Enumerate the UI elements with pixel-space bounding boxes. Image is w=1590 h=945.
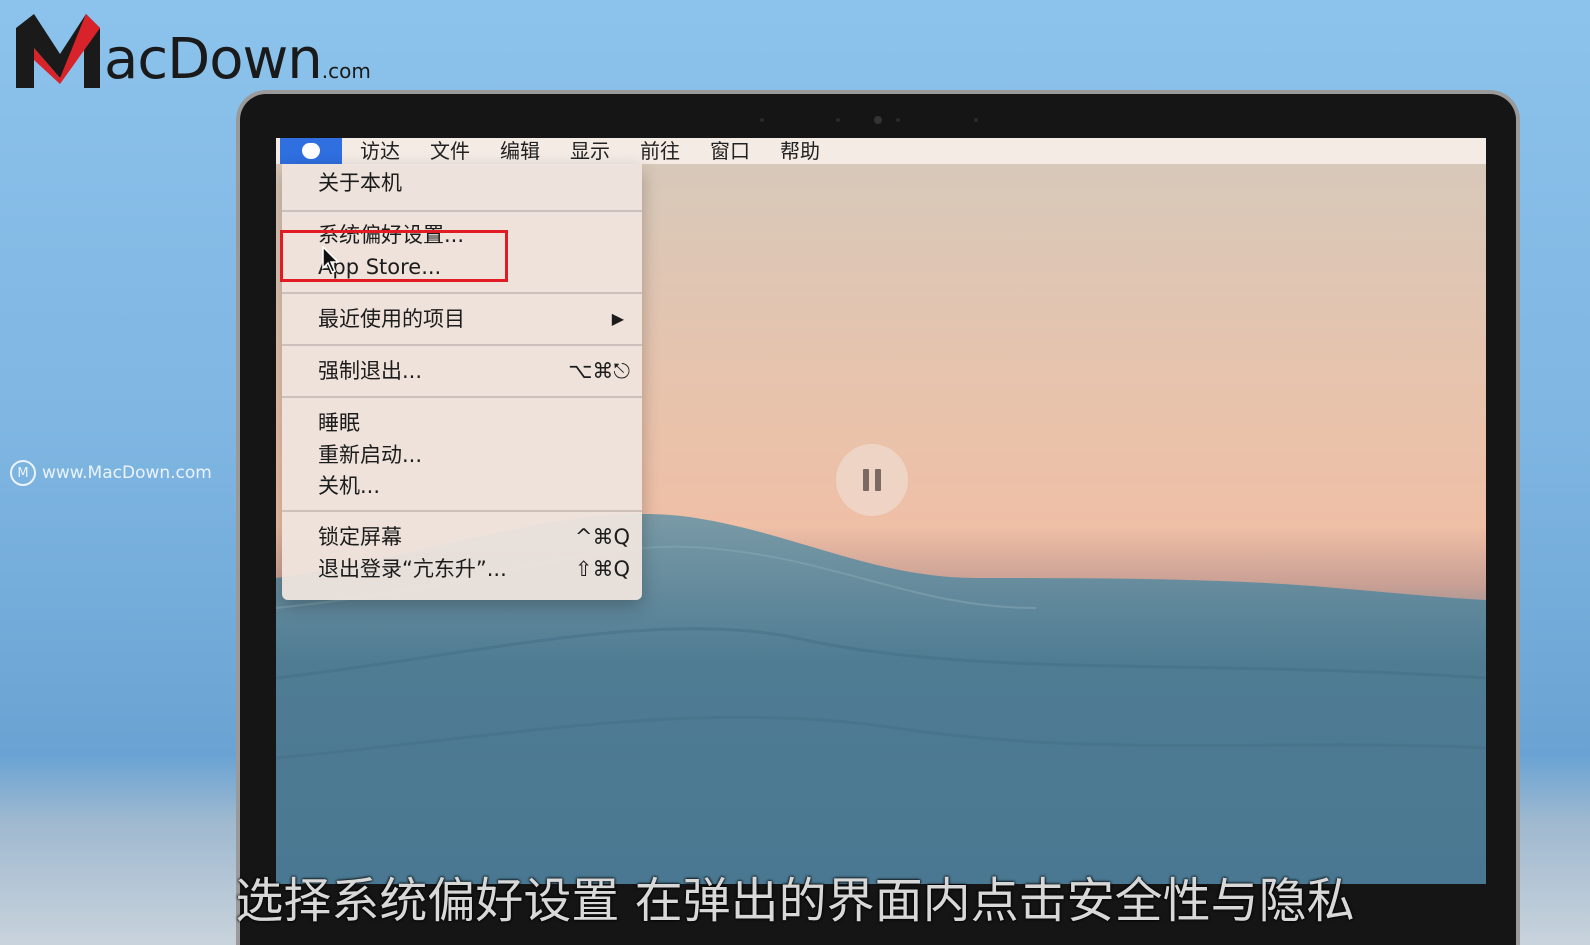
- menu-separator: [282, 292, 642, 294]
- sensor-dot: [896, 118, 900, 122]
- menu-window[interactable]: 窗口: [710, 138, 750, 164]
- menu-separator: [282, 210, 642, 212]
- mouse-cursor-icon: [322, 246, 340, 273]
- menu-item-sleep[interactable]: 睡眠: [318, 408, 360, 438]
- menu-view[interactable]: 显示: [570, 138, 610, 164]
- menu-bar: 访达 文件 编辑 显示 前往 窗口 帮助: [276, 138, 1486, 164]
- menu-item-recent-items[interactable]: 最近使用的项目: [318, 304, 465, 334]
- menu-file[interactable]: 文件: [430, 138, 470, 164]
- highlight-box: [280, 230, 508, 282]
- menu-item-force-quit[interactable]: 强制退出...: [318, 356, 422, 386]
- sensor-dot: [836, 118, 840, 122]
- apple-menu-button[interactable]: [280, 138, 342, 164]
- logo-m-mark: [16, 14, 100, 88]
- apple-logo-icon: [302, 143, 320, 159]
- menu-separator: [282, 396, 642, 398]
- submenu-arrow-icon: ▶: [611, 309, 624, 328]
- menu-item-about[interactable]: 关于本机: [318, 168, 402, 198]
- desktop-screen: 访达 文件 编辑 显示 前往 窗口 帮助 关于本机 系统偏好设置... App …: [276, 138, 1486, 884]
- sensor-dot: [760, 118, 764, 122]
- watermark: M www.MacDown.com: [10, 458, 240, 488]
- menu-item-logout[interactable]: 退出登录“亢东升”...: [318, 554, 507, 584]
- macdown-logo: acDown.com: [14, 8, 371, 94]
- laptop-frame: 访达 文件 编辑 显示 前往 窗口 帮助 关于本机 系统偏好设置... App …: [236, 90, 1520, 945]
- pause-icon: [875, 469, 881, 491]
- video-subtitle: 选择系统偏好设置 在弹出的界面内点击安全性与隐私: [235, 873, 1355, 929]
- menu-item-shutdown[interactable]: 关机...: [318, 471, 380, 501]
- menu-edit[interactable]: 编辑: [500, 138, 540, 164]
- menu-item-lock-screen[interactable]: 锁定屏幕: [318, 522, 402, 552]
- sensor-dot: [974, 118, 978, 122]
- lock-screen-shortcut: ^⌘Q: [574, 525, 630, 549]
- menu-help[interactable]: 帮助: [780, 138, 820, 164]
- apple-dropdown-menu: 关于本机 系统偏好设置... App Store... 最近使用的项目 ▶ 强制…: [280, 164, 642, 600]
- pause-icon: [863, 469, 869, 491]
- macdown-circle-icon: M: [10, 460, 36, 486]
- menu-item-restart[interactable]: 重新启动...: [318, 440, 422, 470]
- menu-finder[interactable]: 访达: [360, 138, 400, 164]
- logout-shortcut: ⇧⌘Q: [574, 557, 630, 581]
- watermark-text: www.MacDown.com: [42, 463, 212, 483]
- force-quit-shortcut: ⌥⌘⎋: [568, 359, 630, 383]
- menu-separator: [282, 510, 642, 512]
- menu-separator: [282, 344, 642, 346]
- camera-icon: [874, 116, 882, 124]
- pause-button[interactable]: [836, 444, 908, 516]
- menu-go[interactable]: 前往: [640, 138, 680, 164]
